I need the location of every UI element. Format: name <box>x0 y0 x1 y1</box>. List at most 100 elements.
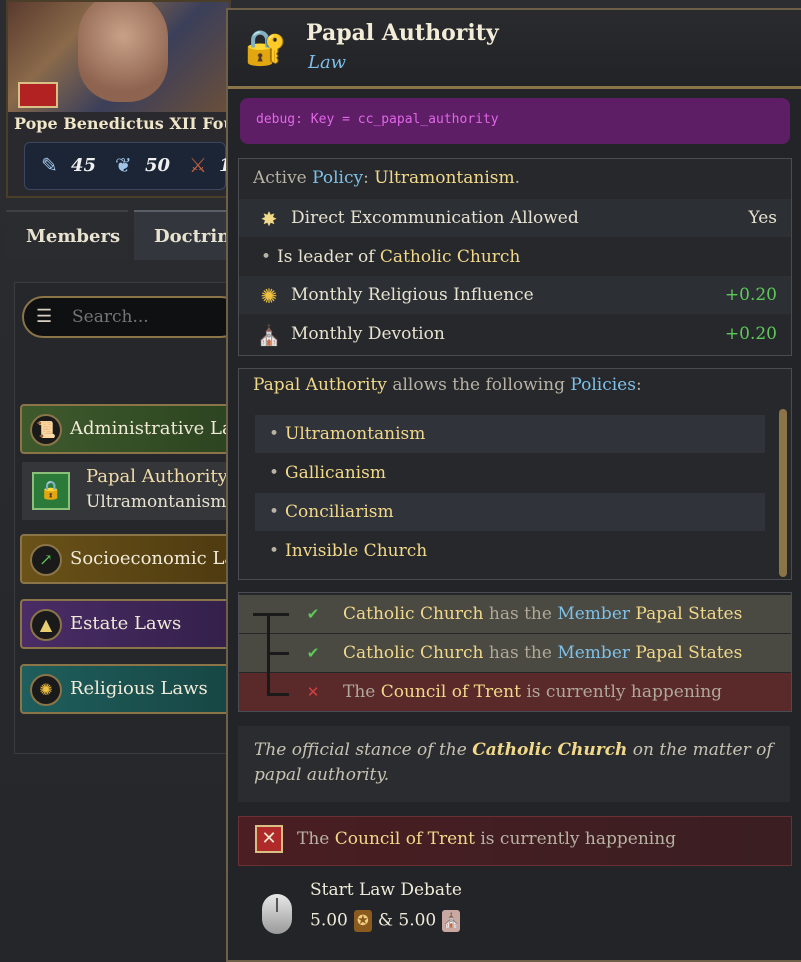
ruler-stats: ✎ 45 ❦ 50 ⚔ 1 <box>24 142 232 190</box>
law-policy: Ultramontanism <box>86 492 227 512</box>
mouse-click-icon <box>262 894 292 934</box>
blocker-box: ✕ The Council of Trent is currently happ… <box>238 816 792 866</box>
effect-row: ✸ Direct Excommunication Allowed Yes <box>239 199 791 237</box>
active-policy-name: Ultramontanism <box>374 168 515 188</box>
colon: : <box>363 168 375 188</box>
star-burst-icon: ✸ <box>260 207 278 231</box>
church-name: Catholic Church <box>379 247 521 267</box>
tooltip-title: Papal Authority <box>306 20 499 46</box>
law-name: Papal Authority <box>253 375 387 395</box>
effect-value: +0.20 <box>724 324 777 344</box>
search-icon: ☰ <box>36 306 53 327</box>
church-name: Catholic Church <box>472 740 628 760</box>
sun-icon: ✺ <box>30 674 62 706</box>
allowed-policies-box: Papal Authority allows the following Pol… <box>238 368 792 580</box>
law-description: The official stance of the Catholic Chur… <box>254 738 774 788</box>
period: . <box>514 168 521 188</box>
policy-word: Policy <box>312 168 364 188</box>
event-name: Council of Trent <box>380 682 521 702</box>
country-name: Papal States <box>635 643 743 663</box>
law-category-religious[interactable]: ✺ Religious Laws <box>20 664 234 714</box>
papal-flag-icon[interactable] <box>18 82 58 108</box>
diplo-stat: 50 <box>145 155 171 176</box>
scroll-icon: 📜 <box>30 414 62 446</box>
law-category-estate[interactable]: ▲ Estate Laws <box>20 599 234 649</box>
debug-key-box: debug: Key = cc_papal_authority <box>240 98 790 144</box>
condition-row-met: ✔ Catholic Church has the Member Papal S… <box>239 595 791 633</box>
start-law-debate-action[interactable]: Start Law Debate 5.00 ✪ & 5.00 ⛪ <box>238 878 790 958</box>
scroll-icon: ✎ <box>41 153 58 177</box>
category-label: Estate Laws <box>70 613 182 634</box>
pyramid-icon: ▲ <box>30 609 62 641</box>
debug-key-text: debug: Key = cc_papal_authority <box>256 112 499 127</box>
blocked-icon: ✕ <box>255 825 283 853</box>
effect-row: • Is leader of Catholic Church <box>239 238 791 276</box>
policies-scrollbar[interactable] <box>779 409 787 577</box>
religious-influence-icon: ✺ <box>260 284 278 308</box>
effect-label: Monthly Religious Influence <box>291 285 534 305</box>
country-name: Papal States <box>635 604 743 624</box>
condition-text: Catholic Church has the Member Papal Sta… <box>343 634 742 672</box>
chart-icon: ↗ <box>30 544 62 576</box>
colon: : <box>635 375 642 395</box>
description-box: The official stance of the Catholic Chur… <box>238 726 790 802</box>
tab-doctrine[interactable]: Doctrine <box>134 210 242 260</box>
policy-name: Ultramontanism <box>285 424 426 444</box>
condition-text: The Council of Trent is currently happen… <box>343 673 722 711</box>
policy-item[interactable]: • Invisible Church <box>255 532 765 570</box>
policy-item[interactable]: • Gallicanism <box>255 454 765 492</box>
dove-icon: ❦ <box>115 153 132 177</box>
text-prefix: The <box>343 682 381 702</box>
law-category-administrative[interactable]: 📜 Administrative Laws <box>20 404 257 454</box>
policy-item[interactable]: • Conciliarism <box>255 493 765 531</box>
category-label: Religious Laws <box>70 678 208 699</box>
tree-line <box>267 652 289 655</box>
condition-row-met: ✔ Catholic Church has the Member Papal S… <box>239 634 791 672</box>
desc-prefix: The official stance of the <box>254 740 473 760</box>
policy-name: Invisible Church <box>285 541 428 561</box>
church-name: Catholic Church <box>343 643 484 663</box>
event-name: Council of Trent <box>334 829 475 849</box>
member-word: Member <box>557 643 631 663</box>
ruler-name: Pope Benedictus XII Fou <box>14 114 236 133</box>
allowed-policies-heading: Papal Authority allows the following Pol… <box>253 375 642 395</box>
text-suffix: is currently happening <box>474 829 677 849</box>
search-box[interactable]: ☰ <box>22 296 242 338</box>
cost-value: 5.00 <box>310 910 348 931</box>
condition-text: Catholic Church has the Member Papal Sta… <box>343 595 742 633</box>
tooltip-subtitle: Law <box>308 52 347 73</box>
action-label: Start Law Debate <box>310 880 462 900</box>
effect-value: +0.20 <box>724 285 777 305</box>
effect-label: Direct Excommunication Allowed <box>291 208 579 228</box>
active-policy-box: Active Policy: Ultramontanism. ✸ Direct … <box>238 158 792 356</box>
crossed-swords-icon: ⚔ <box>189 153 207 177</box>
policy-name: Conciliarism <box>285 502 394 522</box>
text-suffix: is currently happening <box>520 682 723 702</box>
scrollbar-thumb[interactable] <box>779 409 787 577</box>
policy-item[interactable]: • Ultramontanism <box>255 415 765 453</box>
tooltip-header: 🔐 Papal Authority Law <box>228 10 801 89</box>
member-word: Member <box>557 604 631 624</box>
checkmark-icon: ✔ <box>306 605 320 623</box>
effect-row: ✺ Monthly Religious Influence +0.20 <box>239 276 791 314</box>
has-the: has the <box>483 643 558 663</box>
medal-icon: ✪ <box>353 910 372 932</box>
law-category-socioeconomic[interactable]: ↗ Socioeconomic Laws <box>20 534 260 584</box>
mitre-icon: ⛪ <box>256 323 282 347</box>
admin-stat: 45 <box>71 155 97 176</box>
condition-text: • Is leader of Catholic Church <box>261 247 521 267</box>
conditions-box: ✔ Catholic Church has the Member Papal S… <box>238 592 792 712</box>
search-input[interactable] <box>70 306 234 328</box>
checkmark-icon: ✔ <box>306 644 320 662</box>
policy-name: Gallicanism <box>285 463 386 483</box>
text-prefix: The <box>297 829 335 849</box>
has-the: has the <box>483 604 558 624</box>
cross-icon: ✕ <box>306 683 320 701</box>
condition-row-unmet: ✕ The Council of Trent is currently happ… <box>239 673 791 711</box>
effect-label: Monthly Devotion <box>291 324 445 344</box>
heading-middle: allows the following <box>386 375 571 395</box>
law-item-papal-authority[interactable]: 🔒 Papal Authority Ultramontanism <box>22 462 234 520</box>
effect-value: Yes <box>748 208 777 228</box>
tab-members[interactable]: Members <box>6 210 128 260</box>
church-name: Catholic Church <box>343 604 484 624</box>
